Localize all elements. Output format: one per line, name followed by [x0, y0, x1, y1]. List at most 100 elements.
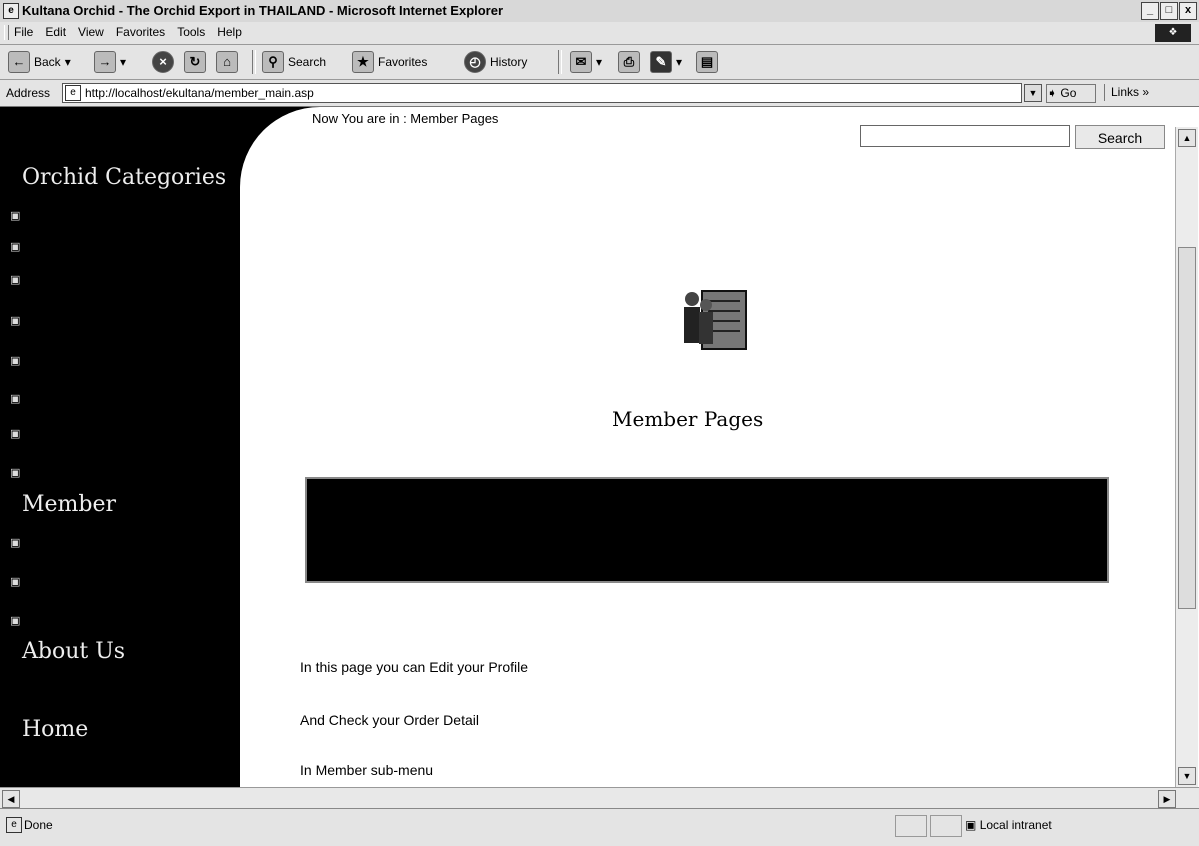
home-icon: ⌂ [216, 51, 238, 73]
refresh-button[interactable]: ↻ [184, 51, 206, 73]
status-bar: e Done ▣ Local intranet [0, 808, 1199, 846]
search-icon: ⚲ [262, 51, 284, 73]
go-arrow-icon: ➧ [1047, 86, 1058, 100]
minimize-button[interactable]: _ [1141, 2, 1159, 20]
vertical-scrollbar[interactable]: ▲ ▼ [1175, 127, 1198, 787]
info-line: In Member sub-menu [300, 762, 434, 778]
favorites-button[interactable]: ★ Favorites [352, 51, 427, 73]
chevron-right-icon: » [1142, 85, 1150, 99]
search-input[interactable] [860, 125, 1070, 147]
sidebar-bullet-icon[interactable] [10, 268, 22, 280]
zone-label: Local intranet [979, 818, 1052, 832]
go-button[interactable]: ➧ Go [1046, 84, 1096, 103]
menu-tools[interactable]: Tools [177, 25, 205, 39]
links-label: Links [1111, 85, 1140, 99]
window-title: Kultana Orchid - The Orchid Export in TH… [22, 3, 504, 18]
sidebar-bullet-icon[interactable] [10, 609, 22, 621]
forward-button[interactable]: → ▾ [94, 51, 126, 73]
forward-arrow-icon: → [94, 51, 116, 73]
status-text: Done [24, 818, 53, 832]
sidebar-bullet-icon[interactable] [10, 531, 22, 543]
print-icon: ⎙ [618, 51, 640, 73]
back-button[interactable]: ← Back ▾ [8, 51, 71, 73]
edit-icon: ✎ [650, 51, 672, 73]
breadcrumb: Now You are in : Member Pages [312, 111, 499, 126]
refresh-icon: ↻ [184, 51, 206, 73]
info-line: And Check your Order Detail [300, 712, 479, 728]
title-bar: e Kultana Orchid - The Orchid Export in … [0, 0, 1199, 23]
sidebar-bullet-icon[interactable] [10, 387, 22, 399]
address-url: http://localhost/ekultana/member_main.as… [85, 86, 314, 100]
menu-file[interactable]: File [14, 25, 33, 39]
sidebar-bullet-icon[interactable] [10, 235, 22, 247]
sidebar-bullet-icon[interactable] [10, 204, 22, 216]
status-cell [930, 815, 962, 837]
links-toolbar[interactable]: Links » [1104, 84, 1194, 101]
sidebar-bullet-icon[interactable] [10, 422, 22, 434]
menu-bar: File Edit View Favorites Tools Help ❖ [0, 22, 1199, 45]
back-label: Back [34, 55, 61, 69]
search-toolbar-button[interactable]: ⚲ Search [262, 51, 326, 73]
sidebar-bullet-icon[interactable] [10, 349, 22, 361]
intranet-icon: ▣ [965, 818, 977, 832]
home-button[interactable]: ⌂ [216, 51, 238, 73]
search-button[interactable]: Search [1075, 125, 1165, 149]
address-input[interactable]: e http://localhost/ekultana/member_main.… [62, 83, 1022, 103]
sidebar-heading-categories: Orchid Categories [22, 165, 227, 190]
stop-button[interactable]: × [152, 51, 174, 73]
dropdown-arrow-icon: ▾ [64, 55, 71, 69]
mail-icon: ✉ [570, 51, 592, 73]
mail-button[interactable]: ✉ ▾ [570, 51, 602, 73]
toolbar-separator [558, 50, 562, 74]
menu-help[interactable]: Help [217, 25, 242, 39]
scroll-thumb[interactable] [1178, 247, 1196, 609]
sidebar: Orchid Categories Member About Us Home [0, 107, 400, 787]
go-label: Go [1060, 86, 1077, 100]
sidebar-bullet-icon[interactable] [10, 570, 22, 582]
close-button[interactable]: x [1179, 2, 1197, 20]
sidebar-heading-about[interactable]: About Us [22, 639, 125, 664]
member-submenu-panel [305, 477, 1109, 583]
menu-edit[interactable]: Edit [45, 25, 66, 39]
dropdown-arrow-icon: ▾ [596, 55, 603, 69]
sidebar-heading-member[interactable]: Member [22, 492, 116, 517]
sidebar-curve-decoration [240, 107, 400, 267]
stop-icon: × [152, 51, 174, 73]
windows-flag-icon: ❖ [1155, 24, 1191, 42]
sidebar-bullet-icon[interactable] [10, 461, 22, 473]
print-button[interactable]: ⎙ [618, 51, 640, 73]
menu-view[interactable]: View [78, 25, 104, 39]
search-label: Search [288, 55, 327, 69]
menu-list: File Edit View Favorites Tools Help [14, 25, 242, 39]
info-line: In this page you can Edit your Profile [300, 659, 529, 675]
status-cell [895, 815, 927, 837]
toolbar-grip[interactable] [4, 25, 9, 40]
favorites-icon: ★ [352, 51, 374, 73]
address-dropdown-button[interactable]: ▼ [1024, 84, 1042, 102]
scroll-right-icon[interactable]: ▶ [1158, 790, 1176, 808]
maximize-button[interactable]: □ [1160, 2, 1178, 20]
window-controls: _ □ x [1141, 2, 1197, 20]
scroll-up-icon[interactable]: ▲ [1178, 129, 1196, 147]
scroll-left-icon[interactable]: ◀ [2, 790, 20, 808]
page-title: Member Pages [612, 407, 764, 431]
horizontal-scrollbar[interactable]: ◀ ▶ [0, 787, 1199, 808]
dropdown-arrow-icon: ▾ [120, 55, 127, 69]
discuss-button[interactable]: ▤ [696, 51, 718, 73]
history-button[interactable]: ◴ History [464, 51, 527, 73]
toolbar-separator [252, 50, 256, 74]
sidebar-heading-home[interactable]: Home [22, 717, 88, 742]
discuss-icon: ▤ [696, 51, 718, 73]
member-people-icon [684, 290, 747, 350]
address-bar: Address e http://localhost/ekultana/memb… [0, 80, 1199, 107]
page-icon: e [65, 85, 81, 101]
page-viewport: Orchid Categories Member About Us Home N… [0, 107, 1199, 787]
address-label: Address [6, 86, 51, 100]
favorites-label: Favorites [378, 55, 428, 69]
sidebar-bullet-icon[interactable] [10, 309, 22, 321]
scroll-down-icon[interactable]: ▼ [1178, 767, 1196, 785]
history-label: History [490, 55, 528, 69]
edit-button[interactable]: ✎ ▾ [650, 51, 682, 73]
menu-favorites[interactable]: Favorites [116, 25, 165, 39]
back-arrow-icon: ← [8, 51, 30, 73]
